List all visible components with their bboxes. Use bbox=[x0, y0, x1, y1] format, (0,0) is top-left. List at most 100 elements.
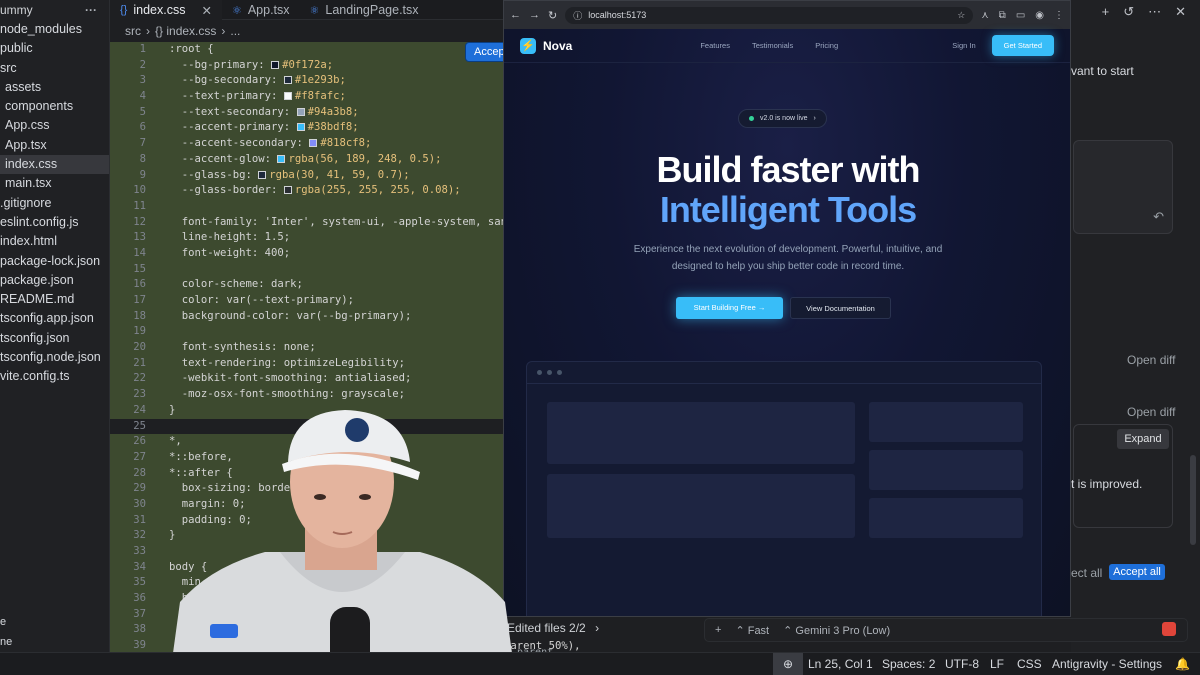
expand-button[interactable]: Expand bbox=[1117, 429, 1169, 449]
breadcrumb-item[interactable]: src bbox=[125, 24, 141, 38]
file-tree-item[interactable]: package.json bbox=[0, 271, 109, 290]
color-swatch-icon[interactable] bbox=[271, 60, 280, 69]
line-number: 26 bbox=[133, 435, 146, 448]
color-swatch-icon[interactable] bbox=[283, 76, 292, 85]
file-tree-item[interactable]: tsconfig.json bbox=[0, 329, 109, 348]
code-text: color-scheme: dark; bbox=[169, 278, 303, 291]
file-tree-item[interactable]: package-lock.json bbox=[0, 252, 109, 271]
file-tree-item[interactable]: App.tsx bbox=[0, 136, 109, 155]
mode-selector[interactable]: ⌃ Fast bbox=[735, 624, 769, 637]
zoom-icon[interactable]: ⊕ bbox=[773, 653, 803, 675]
forward-icon[interactable]: → bbox=[529, 9, 540, 21]
close-icon[interactable]: ✕ bbox=[201, 3, 211, 18]
line-ending[interactable]: LF bbox=[990, 653, 1004, 675]
line-number: 6 bbox=[139, 121, 146, 134]
file-tree-item[interactable]: tsconfig.node.json bbox=[0, 348, 109, 367]
announcement-pill[interactable]: v2.0 is now live › bbox=[738, 109, 827, 128]
color-swatch-icon[interactable] bbox=[296, 107, 305, 116]
file-tree-item[interactable]: eslint.config.js bbox=[0, 213, 109, 232]
nav-link-pricing[interactable]: Pricing bbox=[815, 41, 838, 50]
sidebar-icon[interactable]: ▭ bbox=[1016, 10, 1025, 21]
line-number: 8 bbox=[139, 152, 146, 165]
file-tree-item[interactable]: index.css bbox=[0, 155, 109, 175]
puzzle-icon[interactable]: ⧉ bbox=[999, 10, 1006, 21]
file-tree-item[interactable]: components bbox=[0, 97, 109, 116]
tab-index-css[interactable]: {} index.css ✕ bbox=[110, 0, 222, 20]
color-swatch-icon[interactable] bbox=[277, 154, 286, 163]
line-number: 28 bbox=[133, 466, 146, 479]
sign-in-link[interactable]: Sign In bbox=[952, 41, 975, 50]
view-documentation-button[interactable]: View Documentation bbox=[790, 297, 891, 319]
undo-icon[interactable]: ↶ bbox=[1153, 209, 1164, 225]
site-info-icon[interactable]: ⓘ bbox=[573, 9, 582, 22]
file-tree-item[interactable]: assets bbox=[0, 78, 109, 97]
code-text: font-weight: 400; bbox=[169, 246, 291, 259]
back-icon[interactable]: ← bbox=[510, 9, 521, 21]
line-number: 16 bbox=[133, 278, 146, 291]
open-diff-link[interactable]: Open diff bbox=[1127, 353, 1175, 367]
editor-tabs: {} index.css ✕ ⚛ App.tsx ⚛ LandingPage.t… bbox=[110, 0, 503, 20]
breadcrumb-item[interactable]: ... bbox=[230, 24, 240, 38]
open-diff-link[interactable]: Open diff bbox=[1127, 405, 1175, 419]
file-tree-item[interactable]: index.html bbox=[0, 232, 109, 251]
more-icon[interactable]: ··· bbox=[85, 3, 97, 20]
file-tree-item[interactable]: src bbox=[0, 59, 109, 78]
model-selector[interactable]: ⌃ Gemini 3 Pro (Low) bbox=[783, 624, 890, 637]
code-line: 19 bbox=[110, 324, 503, 341]
add-icon[interactable]: + bbox=[1102, 4, 1110, 24]
bookmark-star-icon[interactable]: ☆ bbox=[957, 10, 965, 21]
address-bar[interactable]: ⓘ localhost:5173 ☆ bbox=[565, 6, 974, 24]
extension-icon[interactable]: ⋏ bbox=[981, 10, 988, 21]
get-started-button[interactable]: Get Started bbox=[991, 35, 1054, 56]
file-tree-item[interactable]: README.md bbox=[0, 290, 109, 309]
tab-app-tsx[interactable]: ⚛ App.tsx bbox=[222, 0, 300, 20]
add-context-icon[interactable]: + bbox=[715, 624, 721, 636]
menu-icon[interactable]: ⋮ bbox=[1054, 10, 1064, 21]
accept-all-button[interactable]: Accept all bbox=[1109, 564, 1165, 580]
brand-name[interactable]: Nova bbox=[543, 39, 572, 53]
file-tree-item[interactable]: vite.config.ts bbox=[0, 367, 109, 386]
file-tree-item[interactable]: App.css bbox=[0, 116, 109, 135]
line-number: 18 bbox=[133, 309, 146, 322]
start-building-button[interactable]: Start Building Free → bbox=[676, 297, 783, 319]
color-swatch-icon[interactable] bbox=[296, 123, 305, 132]
nav-link-features[interactable]: Features bbox=[700, 41, 730, 50]
color-swatch-icon[interactable] bbox=[258, 170, 267, 179]
color-swatch-icon[interactable] bbox=[283, 92, 292, 101]
history-icon[interactable]: ↺ bbox=[1123, 4, 1134, 24]
file-tree-item[interactable]: node_modules bbox=[0, 20, 109, 39]
css-file-icon: {} bbox=[120, 4, 128, 16]
file-tree-item[interactable]: tsconfig.app.json bbox=[0, 309, 109, 328]
indentation[interactable]: Spaces: 2 bbox=[882, 653, 935, 675]
nav-link-testimonials[interactable]: Testimonials bbox=[752, 41, 793, 50]
code-text: line-height: 1.5; bbox=[169, 231, 291, 244]
language-mode[interactable]: CSS bbox=[1017, 653, 1042, 675]
edited-files-indicator[interactable]: Edited files 2/2 › parent bbox=[502, 617, 637, 658]
explorer-bottom-item[interactable]: e bbox=[0, 612, 110, 632]
tab-landingpage-tsx[interactable]: ⚛ LandingPage.tsx bbox=[300, 0, 429, 20]
file-tree-item[interactable]: public bbox=[0, 39, 109, 58]
settings-link[interactable]: Antigravity - Settings bbox=[1052, 653, 1162, 675]
breadcrumb-item[interactable]: {} index.css bbox=[155, 24, 216, 38]
notifications-icon[interactable]: 🔔 bbox=[1175, 653, 1190, 675]
chat-input-bar[interactable]: + ⌃ Fast ⌃ Gemini 3 Pro (Low) bbox=[704, 618, 1188, 642]
tab-label: index.css bbox=[133, 3, 186, 17]
more-icon[interactable]: ⋯ bbox=[1148, 4, 1161, 24]
color-swatch-icon[interactable] bbox=[309, 139, 318, 148]
color-swatch-icon[interactable] bbox=[283, 186, 292, 195]
code-line: 6 --accent-primary: #38bdf8; bbox=[110, 120, 503, 137]
reject-all-button[interactable]: ect all bbox=[1071, 566, 1102, 580]
stop-button[interactable] bbox=[1162, 622, 1176, 636]
scrollbar-thumb[interactable] bbox=[1190, 455, 1196, 545]
reload-icon[interactable]: ↻ bbox=[548, 9, 557, 22]
file-tree-item[interactable]: main.tsx bbox=[0, 174, 109, 193]
line-number: 14 bbox=[133, 246, 146, 259]
explorer-bottom-item[interactable]: ne bbox=[0, 632, 110, 652]
cursor-position[interactable]: Ln 25, Col 1 bbox=[808, 653, 873, 675]
profile-icon[interactable]: ◉ bbox=[1035, 10, 1044, 21]
close-icon[interactable]: ✕ bbox=[1175, 4, 1186, 24]
bolt-icon[interactable]: ⚡ bbox=[520, 37, 536, 54]
encoding[interactable]: UTF-8 bbox=[945, 653, 979, 675]
file-tree-item[interactable]: .gitignore bbox=[0, 194, 109, 213]
